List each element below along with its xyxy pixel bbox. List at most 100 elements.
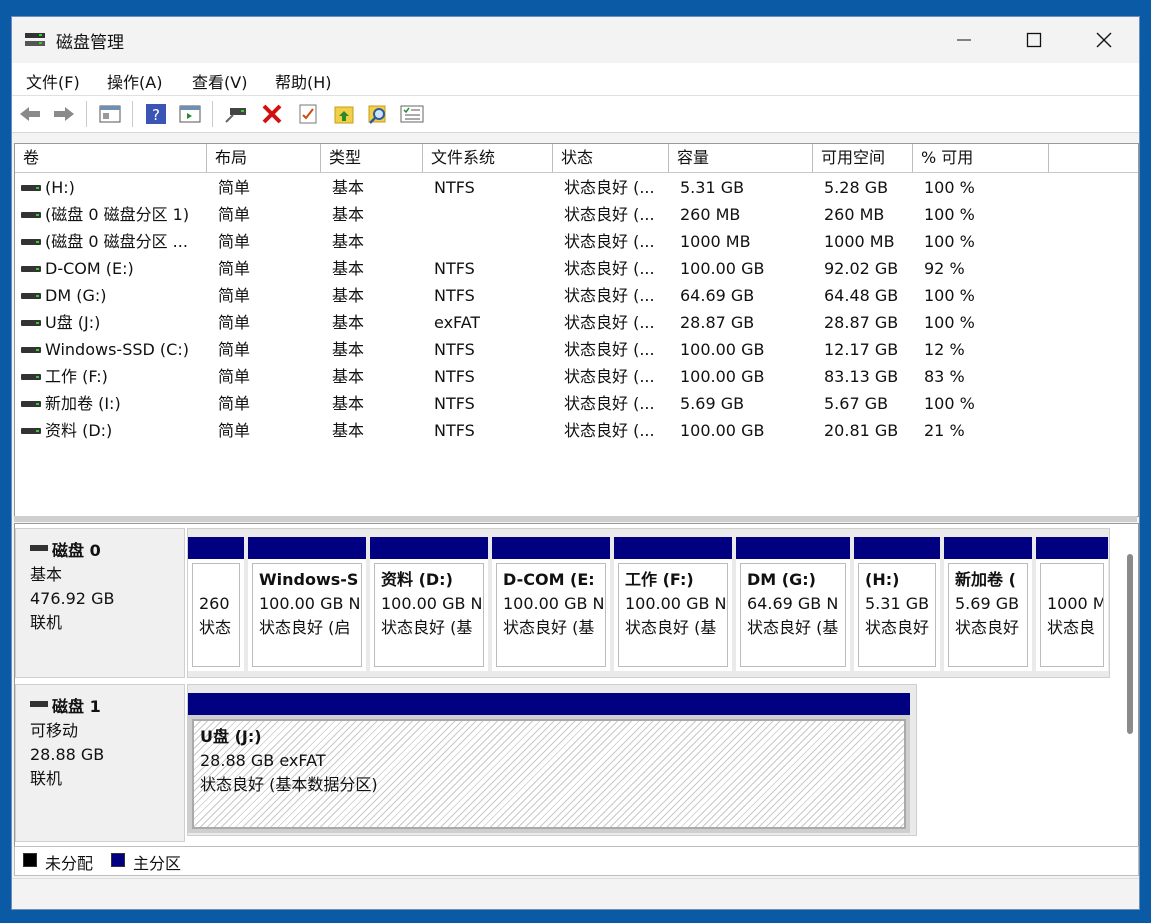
- disk-icon: [30, 701, 48, 707]
- table-row[interactable]: 新加卷 (I:) 简单 基本 NTFS 状态良好 (... 5.69 GB 5.67 GB 1…: [15, 390, 1138, 417]
- partition-name: (H:): [865, 570, 900, 589]
- partition-5[interactable]: DM (G:) 64.69 GB N 状态良好 (基: [736, 537, 850, 671]
- partition-u-disk-j[interactable]: U盘 (J:) 28.88 GB exFAT 状态良好 (基本数据分区): [188, 693, 910, 833]
- column-header-type[interactable]: 类型: [321, 144, 423, 172]
- disk-map-scrollbar[interactable]: [1123, 524, 1137, 844]
- legend-unallocated-swatch: [23, 853, 37, 867]
- back-button[interactable]: [18, 102, 42, 126]
- disk-1-info[interactable]: 磁盘 1 可移动 28.88 GB 联机: [15, 684, 185, 842]
- partition-status: 状态良好: [865, 618, 930, 637]
- disk-0-type: 基本: [30, 565, 63, 584]
- partition-1[interactable]: Windows-S 100.00 GB N 状态良好 (启: [248, 537, 366, 671]
- close-button[interactable]: [1069, 17, 1139, 63]
- partition-7[interactable]: 新加卷 (5.69 GB 状态良好: [944, 537, 1032, 671]
- menu-help[interactable]: 帮助(H): [275, 69, 332, 93]
- partition-4[interactable]: 工作 (F:) 100.00 GB N 状态良好 (基: [614, 537, 732, 671]
- list-view-button[interactable]: [400, 102, 424, 126]
- table-row[interactable]: (磁盘 0 磁盘分区 1) 简单 基本 状态良好 (... 260 MB 260 MB 10…: [15, 201, 1138, 228]
- pane-splitter[interactable]: [14, 516, 1137, 522]
- legend-bar: 未分配 主分区: [14, 846, 1139, 876]
- action-pane-icon: [179, 105, 201, 123]
- table-cell: 简单: [218, 286, 251, 305]
- up-folder-button[interactable]: [332, 102, 356, 126]
- table-cell: 100 %: [924, 178, 975, 197]
- menu-view[interactable]: 查看(V): [192, 69, 247, 93]
- column-header-percent-free[interactable]: % 可用: [913, 144, 1049, 172]
- forward-button[interactable]: [52, 102, 76, 126]
- maximize-button[interactable]: [999, 17, 1069, 63]
- table-row[interactable]: U盘 (J:) 简单 基本 exFAT 状态良好 (... 28.87 GB 28.87 G…: [15, 309, 1138, 336]
- table-cell: NTFS: [434, 340, 475, 359]
- table-cell: 28.87 GB: [680, 313, 755, 332]
- connect-virtual-disk-button[interactable]: [224, 102, 248, 126]
- table-row[interactable]: (磁盘 0 磁盘分区 ... 简单 基本 状态良好 (... 1000 MB 1000 M…: [15, 228, 1138, 255]
- column-header-capacity[interactable]: 容量: [669, 144, 813, 172]
- table-cell: 64.48 GB: [824, 286, 899, 305]
- window-title: 磁盘管理: [56, 33, 124, 53]
- partition-name: [199, 568, 239, 592]
- volume-list-pane: 卷 布局 类型 文件系统 状态 容量 可用空间 % 可用 (H:) 简单 基本 NTF…: [14, 143, 1139, 517]
- menu-action[interactable]: 操作(A): [107, 69, 162, 93]
- disk-0-status: 联机: [30, 613, 63, 632]
- table-cell: D-COM (E:): [45, 259, 134, 278]
- table-row[interactable]: DM (G:) 简单 基本 NTFS 状态良好 (... 64.69 GB 64.48 GB…: [15, 282, 1138, 309]
- table-cell: 21 %: [924, 421, 965, 440]
- column-header-layout[interactable]: 布局: [207, 144, 321, 172]
- menu-file[interactable]: 文件(F): [26, 69, 80, 93]
- table-cell: 100 %: [924, 286, 975, 305]
- table-row[interactable]: 资料 (D:) 简单 基本 NTFS 状态良好 (... 100.00 GB 20.81 G…: [15, 417, 1138, 444]
- scrollbar-thumb[interactable]: [1127, 554, 1133, 734]
- table-row[interactable]: Windows-SSD (C:) 简单 基本 NTFS 状态良好 (... 100.00 …: [15, 336, 1138, 363]
- partition-body: DM (G:) 64.69 GB N 状态良好 (基: [740, 563, 846, 667]
- list-icon: [400, 105, 424, 123]
- table-cell: 简单: [218, 367, 251, 386]
- partition-8[interactable]: 1000 M 状态良: [1036, 537, 1108, 671]
- column-header-file-system[interactable]: 文件系统: [423, 144, 553, 172]
- disk-0-info[interactable]: 磁盘 0 基本 476.92 GB 联机: [15, 528, 185, 678]
- table-cell: 简单: [218, 232, 251, 251]
- partition-body: 工作 (F:) 100.00 GB N 状态良好 (基: [618, 563, 728, 667]
- find-button[interactable]: [366, 102, 390, 126]
- column-header-status[interactable]: 状态: [553, 144, 669, 172]
- partition-status: 状态良好: [955, 618, 1020, 637]
- table-cell: 简单: [218, 178, 251, 197]
- table-row[interactable]: 工作 (F:) 简单 基本 NTFS 状态良好 (... 100.00 GB 83.13 G…: [15, 363, 1138, 390]
- table-cell: 100.00 GB: [680, 367, 765, 386]
- table-cell: 5.28 GB: [824, 178, 889, 197]
- minimize-button[interactable]: [929, 17, 999, 63]
- partition-6[interactable]: (H:) 5.31 GB 状态良好: [854, 537, 940, 671]
- volume-icon: [21, 320, 41, 326]
- forward-icon: [54, 107, 74, 121]
- partition-size: 64.69 GB N: [747, 594, 839, 613]
- partition-2[interactable]: 资料 (D:) 100.00 GB N 状态良好 (基: [370, 537, 488, 671]
- table-row[interactable]: D-COM (E:) 简单 基本 NTFS 状态良好 (... 100.00 GB 92.0…: [15, 255, 1138, 282]
- properties-button[interactable]: [296, 102, 320, 126]
- help-button[interactable]: ?: [144, 102, 168, 126]
- delete-button[interactable]: [260, 102, 284, 126]
- partition-body: 1000 M 状态良: [1040, 563, 1104, 667]
- disk-management-app-icon: [25, 33, 45, 46]
- table-row[interactable]: (H:) 简单 基本 NTFS 状态良好 (... 5.31 GB 5.28 GB 100 %: [15, 174, 1138, 201]
- partition-body: 新加卷 (5.69 GB 状态良好: [948, 563, 1028, 667]
- show-hide-console-tree-button[interactable]: [98, 102, 122, 126]
- title-bar: 磁盘管理: [12, 17, 1139, 63]
- toolbar-separator: [86, 101, 87, 127]
- primary-partition-bar: [944, 537, 1032, 559]
- legend-unallocated-label: 未分配: [45, 854, 94, 873]
- table-cell: 100.00 GB: [680, 259, 765, 278]
- table-cell: 简单: [218, 205, 251, 224]
- volume-icon: [21, 401, 41, 407]
- column-header-volume[interactable]: 卷: [15, 144, 207, 172]
- volume-icon: [21, 428, 41, 434]
- partition-status: 状态良好 (基: [747, 618, 839, 637]
- volume-icon: [21, 293, 41, 299]
- partition-body: 260 状态: [192, 563, 240, 667]
- action-pane-button[interactable]: [178, 102, 202, 126]
- partition-0[interactable]: 260 状态: [188, 537, 244, 671]
- partition-name: 资料 (D:): [381, 570, 453, 589]
- partition-3[interactable]: D-COM (E: 100.00 GB N 状态良好 (基: [492, 537, 610, 671]
- column-header-free-space[interactable]: 可用空间: [813, 144, 913, 172]
- partition-status: 状态良好 (基本数据分区): [200, 775, 378, 794]
- table-cell: (磁盘 0 磁盘分区 1): [45, 205, 190, 224]
- connect-drive-icon: [225, 108, 246, 123]
